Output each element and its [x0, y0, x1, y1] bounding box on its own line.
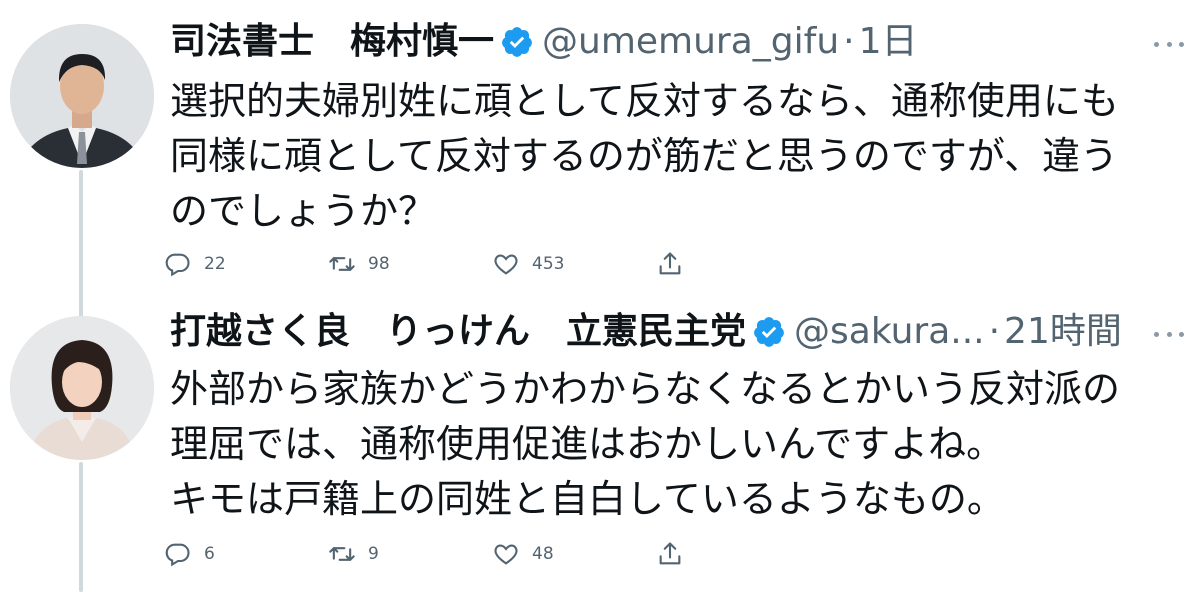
reply-button[interactable]: 6 [164, 540, 328, 568]
like-count: 453 [532, 254, 565, 274]
like-icon [494, 254, 518, 275]
verified-badge-icon [502, 27, 532, 57]
tweet-actions: 6 9 48 [164, 540, 696, 568]
display-name[interactable]: 司法書士 梅村慎一 [170, 20, 494, 64]
tweet-text-line: 同様に頑として反対するのが筋だと思うのですが、違う [170, 134, 1119, 178]
like-icon [494, 544, 518, 565]
timestamp[interactable]: 1日 [859, 20, 918, 64]
retweet-icon [329, 257, 355, 271]
tweet-actions: 22 98 453 [164, 250, 696, 278]
share-icon [659, 542, 681, 565]
tweet-text-line: のでしょうか？ [170, 189, 437, 233]
retweet-button[interactable]: 98 [328, 250, 492, 278]
tweet[interactable]: 打越さく良 りっけん 立憲民主党 @sakura... · 21時間 外部から家… [0, 300, 1200, 592]
like-count: 48 [532, 544, 554, 564]
display-name[interactable]: 打越さく良 りっけん 立憲民主党 [170, 310, 746, 354]
tweet-header: 司法書士 梅村慎一 @umemura_gifu · 1日 [170, 20, 918, 64]
retweet-button[interactable]: 9 [328, 540, 492, 568]
reply-button[interactable]: 22 [164, 250, 328, 278]
tweet-text: 外部から家族かどうかわからなくなるとかいう反対派の 理屈では、通称使用促進はおか… [170, 362, 1180, 527]
tweet-text-line: 選択的夫婦別姓に頑として反対するなら、通称使用にも [170, 79, 1119, 123]
tweet-text-line: キモは戸籍上の同姓と自白しているようなもの。 [170, 477, 1005, 521]
more-icon[interactable] [1154, 324, 1184, 344]
share-button[interactable] [656, 540, 696, 568]
user-handle[interactable]: @sakura... [794, 310, 985, 354]
timestamp[interactable]: 21時間 [1004, 310, 1122, 354]
tweet-header: 打越さく良 りっけん 立憲民主党 @sakura... · 21時間 [170, 310, 1122, 354]
reply-icon [165, 543, 190, 567]
avatar[interactable] [10, 24, 154, 168]
reply-count: 22 [204, 254, 226, 274]
retweet-count: 98 [368, 254, 390, 274]
separator-dot: · [843, 21, 855, 62]
retweet-count: 9 [368, 544, 379, 564]
tweet-text-line: 外部から家族かどうかわからなくなるとかいう反対派の [170, 367, 1121, 411]
avatar[interactable] [10, 316, 154, 460]
tweet[interactable]: 司法書士 梅村慎一 @umemura_gifu · 1日 選択的夫婦別姓に頑とし… [0, 0, 1200, 300]
separator-dot: · [988, 311, 1001, 352]
like-button[interactable]: 48 [492, 540, 656, 568]
share-icon [659, 252, 681, 275]
reply-icon [165, 253, 190, 277]
tweet-text-line: 理屈では、通称使用促進はおかしいんですよね。 [170, 422, 1005, 466]
verified-badge-icon [754, 317, 784, 347]
share-button[interactable] [656, 250, 696, 278]
more-icon[interactable] [1154, 34, 1184, 54]
like-button[interactable]: 453 [492, 250, 656, 278]
reply-count: 6 [204, 544, 215, 564]
user-handle[interactable]: @umemura_gifu [542, 20, 839, 64]
tweet-text: 選択的夫婦別姓に頑として反対するなら、通称使用にも 同様に頑として反対するのが筋… [170, 74, 1180, 239]
retweet-icon [329, 547, 355, 561]
